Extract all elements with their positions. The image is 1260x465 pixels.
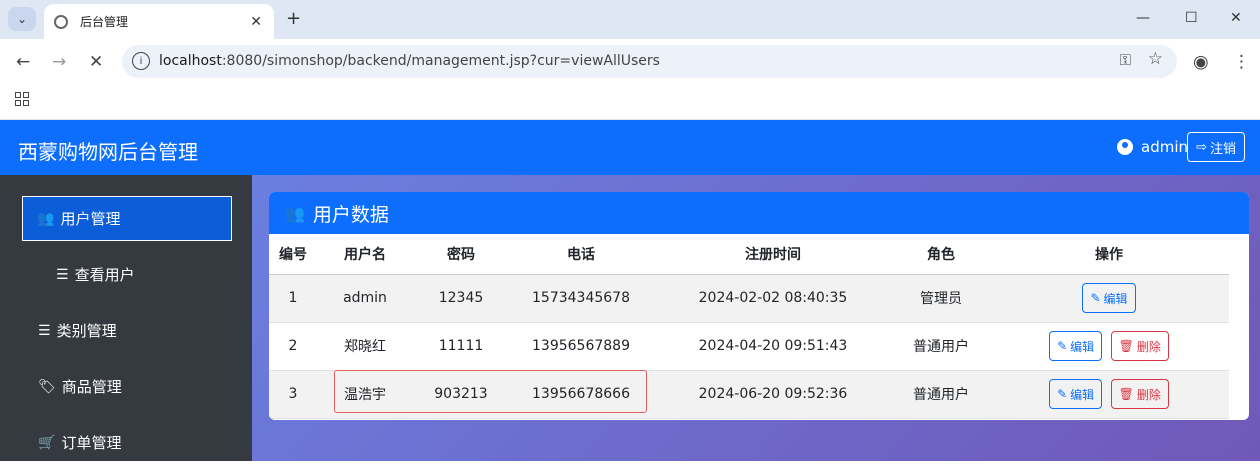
edit-icon: ✎ [1090, 291, 1101, 305]
edit-button[interactable]: ✎ 编辑 [1049, 331, 1103, 361]
sidebar: 👥 用户管理 ☰ 查看用户 ☰ 类别管理 🏷 商品管理 🛒 订单管理 [0, 175, 252, 461]
cell-register-time: 2024-06-20 09:52:36 [653, 370, 893, 419]
tab-strip: ⌄ 后台管理 ✕ + — ☐ ✕ [0, 0, 1260, 39]
cell-register-time: 2024-04-20 09:51:43 [653, 322, 893, 371]
minimize-icon[interactable]: — [1136, 10, 1150, 26]
column-header: 用户名 [317, 234, 413, 275]
highlight-annotation-box [334, 370, 647, 413]
edit-button[interactable]: ✎ 编辑 [1049, 379, 1103, 409]
users-icon: 👥 [37, 210, 55, 227]
column-header: 操作 [989, 234, 1229, 275]
cell-username: admin [317, 274, 413, 323]
sign-out-icon: ⇨ [1196, 139, 1207, 155]
delete-button[interactable]: 🗑 删除 [1110, 331, 1169, 361]
brand-title[interactable]: 西蒙购物网后台管理 [18, 136, 198, 165]
username: admin [1141, 138, 1188, 156]
column-header: 角色 [893, 234, 989, 275]
top-navbar: 西蒙购物网后台管理 admin ⇨ 注销 [0, 120, 1260, 175]
column-header: 电话 [509, 234, 653, 275]
close-tab-icon[interactable]: ✕ [250, 14, 262, 30]
user-circle-icon [1117, 139, 1133, 155]
bookmark-star-icon[interactable]: ☆ [1148, 49, 1163, 69]
sidebar-item-product-management[interactable]: 🏷 商品管理 [24, 364, 234, 409]
card-title: 用户数据 [312, 203, 389, 226]
url-text: localhost:8080/simonshop/backend/managem… [159, 53, 660, 69]
address-bar-row: ← → ✕ i localhost:8080/simonshop/backend… [0, 39, 1260, 84]
browser-tab[interactable]: 后台管理 ✕ [44, 4, 274, 39]
tab-title: 后台管理 [80, 15, 129, 29]
new-tab-button[interactable]: + [286, 8, 301, 29]
cell-role: 管理员 [893, 274, 989, 323]
column-header: 密码 [413, 234, 509, 275]
profile-icon[interactable]: ◉ [1193, 51, 1209, 72]
forward-icon[interactable]: → [52, 52, 66, 72]
site-info-icon[interactable]: i [132, 52, 150, 70]
cell-actions: ✎ 编辑 [989, 274, 1229, 323]
password-key-icon[interactable]: ⚿ [1120, 51, 1131, 69]
maximize-icon[interactable]: ☐ [1185, 10, 1198, 26]
cell-password: 12345 [413, 274, 509, 323]
edit-button[interactable]: ✎ 编辑 [1082, 283, 1136, 313]
tags-icon: 🏷 [38, 378, 56, 395]
close-window-icon[interactable]: ✕ [1230, 10, 1242, 26]
trash-icon: 🗑 [1118, 339, 1134, 353]
bookmarks-bar [0, 84, 1260, 120]
menu-dots-icon[interactable]: ⋮ [1233, 52, 1250, 72]
logout-button[interactable]: ⇨ 注销 [1187, 132, 1245, 162]
cart-icon: 🛒 [38, 434, 56, 451]
table-row: 2 郑晓红 11111 13956567889 2024-04-20 09:51… [269, 322, 1229, 371]
cell-actions: ✎ 编辑 🗑 删除 [989, 322, 1229, 371]
column-header: 注册时间 [653, 234, 893, 275]
cell-id: 2 [269, 322, 317, 371]
table-row: 1 admin 12345 15734345678 2024-02-02 08:… [269, 274, 1229, 323]
users-icon: 👥 [285, 203, 305, 223]
cell-actions: ✎ 编辑 🗑 删除 [989, 370, 1229, 419]
loading-favicon-icon [54, 14, 68, 29]
sidebar-item-category-management[interactable]: ☰ 类别管理 [24, 308, 234, 353]
main-content: 👥 用户数据 编号 用户名 密码 电话 注册时间 角色 操作 1 admin 1… [252, 175, 1260, 461]
cell-role: 普通用户 [893, 322, 989, 371]
cell-username: 郑晓红 [317, 322, 413, 371]
user-info: admin [1117, 138, 1188, 156]
list-icon: ☰ [38, 322, 51, 339]
edit-icon: ✎ [1057, 387, 1068, 401]
card-header: 👥 用户数据 [269, 192, 1249, 234]
delete-button[interactable]: 🗑 删除 [1110, 379, 1169, 409]
cell-phone: 13956567889 [509, 322, 653, 371]
sidebar-item-order-management[interactable]: 🛒 订单管理 [24, 420, 234, 465]
cell-password: 11111 [413, 322, 509, 371]
sidebar-item-view-users[interactable]: ☰ 查看用户 [42, 252, 252, 297]
sidebar-item-user-management[interactable]: 👥 用户管理 [22, 196, 232, 241]
list-icon: ☰ [56, 266, 69, 283]
back-icon[interactable]: ← [16, 52, 30, 72]
column-header: 编号 [269, 234, 317, 275]
cell-id: 1 [269, 274, 317, 323]
trash-icon: 🗑 [1118, 387, 1134, 401]
cell-phone: 15734345678 [509, 274, 653, 323]
tab-search-button[interactable]: ⌄ [8, 7, 36, 31]
stop-loading-icon[interactable]: ✕ [89, 52, 103, 72]
cell-id: 3 [269, 370, 317, 419]
edit-icon: ✎ [1057, 339, 1068, 353]
cell-register-time: 2024-02-02 08:40:35 [653, 274, 893, 323]
address-input[interactable]: i localhost:8080/simonshop/backend/manag… [122, 45, 1177, 78]
apps-grid-icon[interactable] [15, 92, 29, 106]
cell-role: 普通用户 [893, 370, 989, 419]
